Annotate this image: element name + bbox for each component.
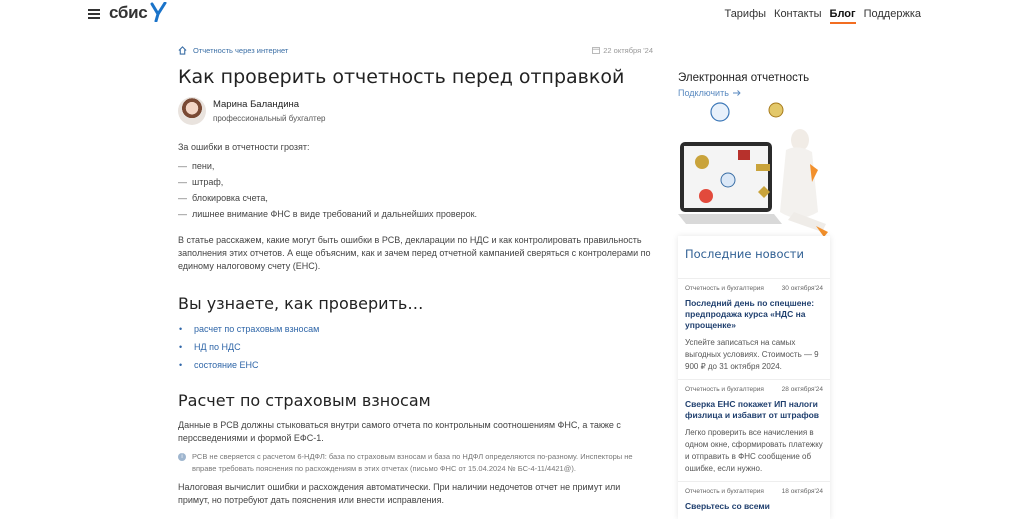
section-heading: Расчет по страховым взносам (178, 391, 431, 410)
promo-connect-link[interactable]: Подключить (678, 88, 830, 98)
news-date: 30 октября'24 (781, 285, 823, 292)
author-name[interactable]: Марина Баландина (213, 99, 325, 110)
info-icon: i (178, 453, 186, 461)
date-text: 22 октября '24 (603, 45, 653, 55)
calendar-icon (592, 47, 601, 54)
top-bar: сбис Тарифы Контакты Блог Поддержка (0, 0, 1024, 28)
lead-paragraph: В статье расскажем, какие могут быть оши… (178, 235, 651, 271)
nav-contacts[interactable]: Контакты (774, 8, 822, 24)
list-item: пени, (178, 158, 653, 174)
news-title[interactable]: Сверка ЕНС покажет ИП налоги физлица и и… (685, 399, 823, 421)
news-description: Успейте записаться на самых выгодных усл… (685, 338, 819, 371)
list-item: штраф, (178, 174, 653, 190)
article-date: 22 октября '24 (592, 46, 653, 55)
toc-link-rsv[interactable]: расчет по страховым взносам (178, 320, 653, 338)
promo-illustration (678, 100, 830, 240)
promo-link-text[interactable]: Подключить (678, 88, 729, 98)
news-category[interactable]: Отчетность и бухгалтерия (685, 488, 764, 495)
news-panel: Последние новости Отчетность и бухгалтер… (678, 236, 830, 519)
section-paragraph: Налоговая вычислит ошибки и расхождения … (178, 482, 621, 505)
info-note: i РСВ не сверяется с расчетом 6-НДФЛ: ба… (178, 451, 653, 474)
news-item[interactable]: Отчетность и бухгалтерия 18 октября'24 С… (678, 481, 830, 518)
news-category[interactable]: Отчетность и бухгалтерия (685, 285, 764, 292)
section-paragraph: Данные в РСВ должны стыковаться внутри с… (178, 420, 621, 443)
toc-link-vat[interactable]: НД по НДС (178, 338, 653, 356)
nav-tariffs[interactable]: Тарифы (724, 8, 766, 24)
promo-banner[interactable]: Электронная отчетность Подключить (678, 72, 830, 245)
penalty-list: пени, штраф, блокировка счета, лишнее вн… (178, 158, 653, 222)
author-role: профессиональный бухгалтер (213, 114, 326, 123)
author-block: Марина Баландина профессиональный бухгал… (178, 97, 653, 125)
news-item[interactable]: Отчетность и бухгалтерия 30 октября'24 П… (678, 278, 830, 379)
author-avatar[interactable] (178, 97, 206, 125)
breadcrumb: Отчетность через интернет 22 октября '24 (178, 44, 653, 56)
article-title: Как проверить отчетность перед отправкой (178, 66, 625, 88)
news-description: Легко проверить все начисления в одном о… (685, 428, 823, 473)
arrow-right-icon (732, 90, 741, 96)
menu-icon[interactable] (88, 9, 100, 19)
list-item: блокировка счета, (178, 190, 653, 206)
news-title[interactable]: Сверьтесь со всеми (685, 501, 823, 512)
news-heading: Последние новости (685, 247, 804, 261)
nav-blog[interactable]: Блог (829, 8, 856, 24)
news-title[interactable]: Последний день по спецшене: предпродажа … (685, 298, 823, 331)
toc-heading: Вы узнаете, как проверить… (178, 294, 424, 313)
article-body: За ошибки в отчетности грозят: пени, штр… (178, 141, 653, 507)
news-category[interactable]: Отчетность и бухгалтерия (685, 386, 764, 393)
news-item[interactable]: Отчетность и бухгалтерия 28 октября'24 С… (678, 379, 830, 481)
home-icon[interactable] (178, 45, 187, 55)
promo-title: Электронная отчетность (678, 72, 810, 84)
news-date: 18 октября'24 (781, 488, 823, 495)
logo[interactable]: сбис (109, 3, 148, 23)
list-item: лишнее внимание ФНС в виде требований и … (178, 206, 653, 222)
intro-text: За ошибки в отчетности грозят: (178, 142, 310, 152)
toc-link-ens[interactable]: состояние ЕНС (178, 356, 653, 374)
note-text: РСВ не сверяется с расчетом 6-НДФЛ: база… (192, 452, 633, 473)
main-nav: Тарифы Контакты Блог Поддержка (724, 8, 921, 24)
news-date: 28 октября'24 (781, 386, 823, 393)
nav-support[interactable]: Поддержка (864, 8, 921, 24)
logo-swoosh-icon (150, 2, 167, 22)
article: Отчетность через интернет 22 октября '24… (178, 44, 653, 507)
breadcrumb-link[interactable]: Отчетность через интернет (193, 46, 288, 55)
toc-list: расчет по страховым взносам НД по НДС со… (178, 320, 653, 374)
